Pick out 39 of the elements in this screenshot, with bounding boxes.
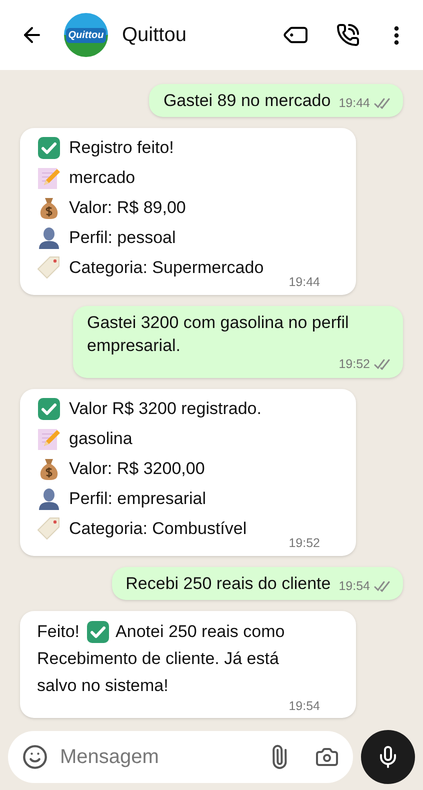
check-mark-icon [86,620,110,644]
person-silhouette-icon [37,226,61,250]
message-text: Categoria: Combustível [69,518,247,540]
message-text: Gastei 89 no mercado [163,90,331,112]
message-text: Valor: R$ 89,00 [69,197,186,220]
microphone-button[interactable] [361,730,415,784]
check-mark-icon [37,397,61,421]
sticker-icon [22,744,48,770]
message-text: mercado [69,167,136,190]
message-text: Valor: R$ 3200,00 [69,458,205,480]
message-text: gasolina [69,428,132,450]
message-time: 19:54 [288,699,320,713]
message-text: Gastei 3200 com gasolina no perfil empresarial. [87,312,350,357]
contact-avatar[interactable]: Quittou [64,13,108,57]
message-text: Recebi 250 reais do cliente [126,573,331,595]
message-time: 19:54 [338,579,370,593]
message-text: Perfil: empresarial [69,488,206,510]
camera-icon[interactable] [315,745,339,769]
message-time: 19:44 [288,275,320,289]
tag-label-icon [37,256,61,280]
message-time: 19:52 [288,536,320,550]
memo-pencil-icon [37,166,61,190]
message-text: Anotei 250 reais como [116,621,285,643]
contact-name[interactable]: Quittou [122,20,186,50]
message-text: Feito! [37,621,80,643]
person-silhouette-icon [37,487,61,511]
message-text: Registro feito! [69,137,174,160]
check-mark-icon [37,136,61,160]
message-text: Categoria: Supermercado [69,257,264,280]
message-text: Perfil: pessoal [69,227,176,250]
message-time: 19:52 [338,357,370,371]
tag-label-icon [37,517,61,541]
memo-pencil-icon [37,427,61,451]
message-text: Valor R$ 3200 registrado. [69,398,262,420]
message-time: 19:44 [338,96,370,110]
more-options-icon [394,26,399,44]
message-text: Recebimento de cliente. Já está salvo no sistema! [37,648,280,697]
message-field[interactable]: Mensagem [60,742,255,772]
message-input[interactable]: Mensagem [8,731,353,783]
